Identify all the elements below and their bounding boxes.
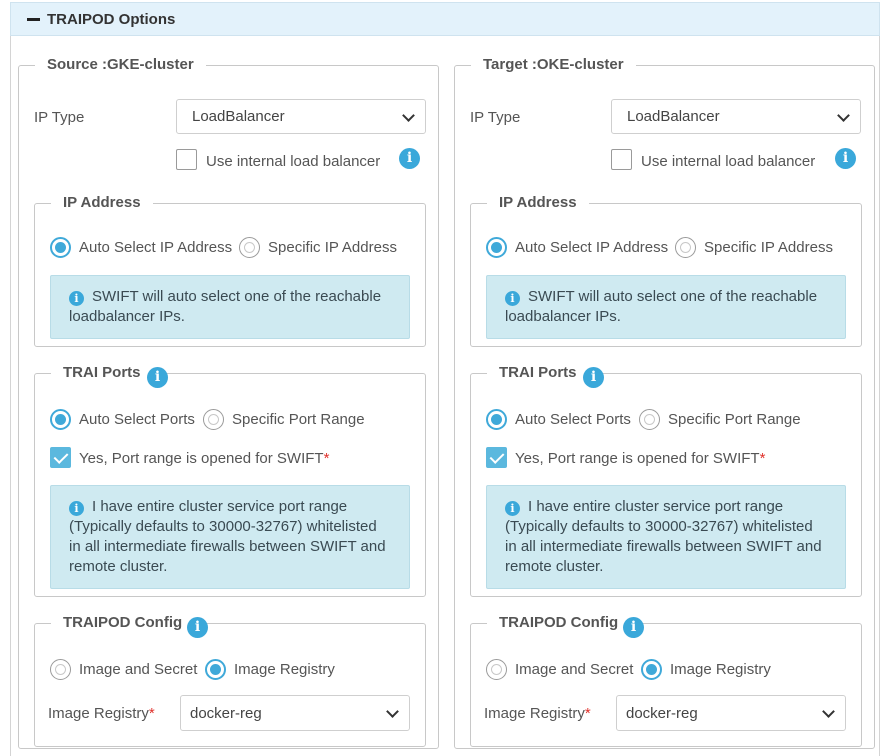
specific-ports-radio[interactable]: [203, 409, 224, 430]
image-registry-label-text: Image Registry: [48, 705, 149, 722]
ip-type-label: IP Type: [470, 109, 521, 126]
traipod-config-legend: TRAIPOD Config: [487, 615, 630, 631]
info-icon: i: [505, 501, 520, 516]
target-cluster-panel: Target :OKE-cluster IP Type LoadBalancer…: [454, 57, 875, 749]
panel-legend: Target :OKE-cluster: [483, 56, 624, 73]
section-title: TRAIPOD Options: [47, 11, 176, 28]
traipod-config-group: TRAIPOD Config i Image and Secret Image …: [34, 615, 426, 747]
required-marker: *: [323, 450, 330, 467]
auto-ports-label: Auto Select Ports: [515, 411, 631, 428]
specific-ports-label: Specific Port Range: [668, 411, 801, 428]
panel-legend: Source :GKE-cluster: [47, 56, 194, 73]
info-icon[interactable]: i: [583, 367, 604, 388]
auto-ports-radio[interactable]: [486, 409, 507, 430]
auto-ports-label: Auto Select Ports: [79, 411, 195, 428]
required-marker: *: [759, 450, 766, 467]
trai-ports-alert-text: I have entire cluster service port range…: [505, 498, 822, 575]
required-marker: *: [584, 705, 591, 722]
info-icon: i: [69, 501, 84, 516]
trai-ports-alert: iI have entire cluster service port rang…: [486, 485, 846, 589]
auto-ip-radio[interactable]: [486, 237, 507, 258]
ip-type-value: LoadBalancer: [192, 108, 285, 125]
auto-ip-label: Auto Select IP Address: [79, 239, 233, 256]
chevron-down-icon: [837, 109, 850, 122]
image-registry-label: Image Registry*: [48, 705, 155, 722]
port-range-opened-text: Yes, Port range is opened for SWIFT: [515, 450, 760, 467]
trai-ports-legend-text: TRAI Ports: [63, 364, 141, 381]
image-registry-label-text: Image Registry: [484, 705, 585, 722]
port-range-opened-text: Yes, Port range is opened for SWIFT: [79, 450, 324, 467]
internal-lb-label: Use internal load balancer: [641, 153, 816, 170]
internal-lb-checkbox[interactable]: [611, 149, 632, 170]
trai-ports-alert: iI have entire cluster service port rang…: [50, 485, 410, 589]
ip-address-group: IP Address Auto Select IP Address Specif…: [470, 195, 862, 347]
trai-ports-legend-text: TRAI Ports: [499, 364, 577, 381]
ip-type-value: LoadBalancer: [627, 108, 720, 125]
port-range-opened-checkbox[interactable]: [50, 447, 71, 468]
traipod-options-header[interactable]: TRAIPOD Options: [10, 2, 880, 36]
ip-type-select[interactable]: LoadBalancer: [611, 99, 861, 134]
port-range-opened-checkbox[interactable]: [486, 447, 507, 468]
image-secret-radio[interactable]: [50, 659, 71, 680]
specific-ip-label: Specific IP Address: [268, 239, 397, 256]
image-registry-select[interactable]: docker-reg: [616, 695, 846, 731]
port-range-opened-label: Yes, Port range is opened for SWIFT*: [79, 450, 329, 467]
ip-address-alert: i SWIFT will auto select one of the reach…: [50, 275, 410, 339]
specific-ip-radio[interactable]: [675, 237, 696, 258]
traipod-config-group: TRAIPOD Config i Image and Secret Image …: [470, 615, 862, 747]
info-icon: i: [69, 291, 84, 306]
ip-address-alert-text: SWIFT will auto select one of the reacha…: [505, 288, 818, 325]
specific-ip-label: Specific IP Address: [704, 239, 833, 256]
port-range-opened-label: Yes, Port range is opened for SWIFT*: [515, 450, 765, 467]
image-registry-value: docker-reg: [626, 705, 698, 722]
ip-address-alert: i SWIFT will auto select one of the reach…: [486, 275, 846, 339]
image-registry-radio[interactable]: [205, 659, 226, 680]
ip-address-group: IP Address Auto Select IP Address Specif…: [34, 195, 426, 347]
auto-ip-radio[interactable]: [50, 237, 71, 258]
traipod-options-body: Source :GKE-cluster IP Type LoadBalancer…: [10, 36, 880, 756]
image-registry-select[interactable]: docker-reg: [180, 695, 410, 731]
image-secret-label: Image and Secret: [515, 661, 634, 678]
specific-ports-radio[interactable]: [639, 409, 660, 430]
ip-address-legend: IP Address: [63, 194, 141, 211]
ip-address-alert-text: SWIFT will auto select one of the reacha…: [69, 288, 382, 325]
info-icon[interactable]: i: [399, 148, 420, 169]
chevron-down-icon: [822, 705, 835, 718]
ip-type-label: IP Type: [34, 109, 85, 126]
image-registry-label: Image Registry*: [484, 705, 591, 722]
trai-ports-group: TRAI Ports i Auto Select Ports Specific …: [470, 365, 862, 597]
auto-ports-radio[interactable]: [50, 409, 71, 430]
minus-icon[interactable]: [27, 18, 40, 21]
chevron-down-icon: [386, 705, 399, 718]
trai-ports-legend: TRAI Ports: [51, 365, 153, 381]
info-icon[interactable]: i: [835, 148, 856, 169]
image-registry-value: docker-reg: [190, 705, 262, 722]
info-icon[interactable]: i: [187, 617, 208, 638]
info-icon: i: [505, 291, 520, 306]
info-icon[interactable]: i: [147, 367, 168, 388]
specific-ip-radio[interactable]: [239, 237, 260, 258]
image-registry-option-label: Image Registry: [670, 661, 771, 678]
traipod-config-legend-text: TRAIPOD Config: [63, 614, 183, 631]
trai-ports-group: TRAI Ports i Auto Select Ports Specific …: [34, 365, 426, 597]
ip-type-select[interactable]: LoadBalancer: [176, 99, 426, 134]
ip-address-legend: IP Address: [499, 194, 577, 211]
specific-ports-label: Specific Port Range: [232, 411, 365, 428]
internal-lb-checkbox[interactable]: [176, 149, 197, 170]
chevron-down-icon: [402, 109, 415, 122]
traipod-config-legend-text: TRAIPOD Config: [499, 614, 619, 631]
image-registry-option-label: Image Registry: [234, 661, 335, 678]
required-marker: *: [148, 705, 155, 722]
image-secret-radio[interactable]: [486, 659, 507, 680]
trai-ports-legend: TRAI Ports: [487, 365, 589, 381]
internal-lb-label: Use internal load balancer: [206, 153, 381, 170]
image-secret-label: Image and Secret: [79, 661, 198, 678]
traipod-config-legend: TRAIPOD Config: [51, 615, 194, 631]
auto-ip-label: Auto Select IP Address: [515, 239, 669, 256]
info-icon[interactable]: i: [623, 617, 644, 638]
source-cluster-panel: Source :GKE-cluster IP Type LoadBalancer…: [18, 57, 439, 749]
trai-ports-alert-text: I have entire cluster service port range…: [69, 498, 386, 575]
image-registry-radio[interactable]: [641, 659, 662, 680]
